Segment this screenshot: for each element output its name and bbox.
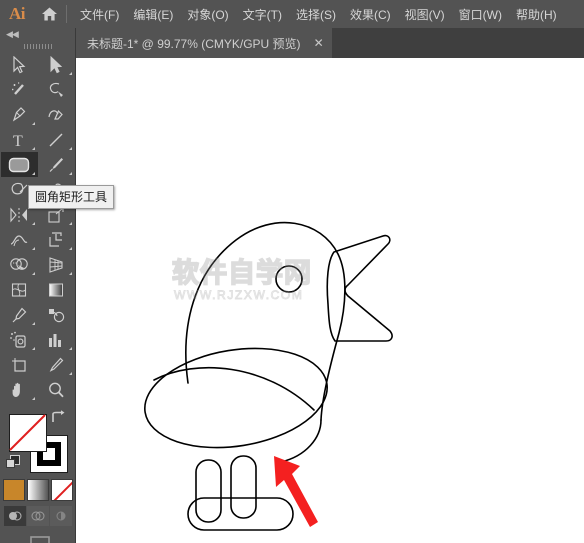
tool-tooltip: 圆角矩形工具 [28,185,115,209]
svg-text:T: T [13,133,23,149]
curvature-tool[interactable] [38,102,75,127]
collapse-panel-icon[interactable]: ◀◀ [0,28,75,41]
flyout-indicator-icon [68,247,72,250]
flyout-indicator-icon [31,322,35,325]
menu-file[interactable]: 文件(F) [73,2,126,27]
line-segment-tool[interactable] [38,127,75,152]
none-mode-button[interactable] [50,479,73,501]
draw-normal-button[interactable] [3,506,26,526]
menu-select[interactable]: 选择(S) [289,2,343,27]
paintbrush-tool[interactable] [38,152,75,177]
flyout-indicator-icon [31,147,35,150]
draw-behind-button[interactable] [26,506,49,526]
rounded-rectangle-tool[interactable] [0,152,38,177]
width-tool[interactable] [1,227,38,252]
gradient-mode-button[interactable] [26,479,49,501]
eyedropper-tool[interactable] [1,302,38,327]
color-controls [0,408,75,476]
mesh-tool[interactable] [1,277,38,302]
tools-panel: ◀◀ T [0,28,76,543]
menu-view[interactable]: 视图(V) [398,2,452,27]
menu-edit[interactable]: 编辑(E) [126,2,180,27]
menu-window[interactable]: 窗口(W) [452,2,509,27]
blend-tool[interactable] [38,302,75,327]
flyout-indicator-icon [68,72,72,75]
zoom-tool[interactable] [38,377,75,402]
fill-color-swatch[interactable] [9,414,47,452]
flyout-indicator-icon [31,272,35,275]
tool-grid: T [0,52,75,402]
flyout-indicator-icon [68,147,72,150]
flyout-indicator-icon [68,347,72,350]
swap-fill-stroke-icon[interactable] [50,410,66,429]
type-tool[interactable]: T [1,127,38,152]
flyout-indicator-icon [31,172,35,175]
menu-type[interactable]: 文字(T) [236,2,289,27]
column-graph-tool[interactable] [38,327,75,352]
artboard-tool[interactable] [1,352,38,377]
pen-tool[interactable] [1,102,38,127]
default-fill-stroke-icon[interactable] [6,455,20,474]
selection-tool[interactable] [1,52,38,77]
menu-object[interactable]: 对象(O) [180,2,235,27]
artboard-canvas[interactable]: 软件自学网 WWW.RJZXW.COM [76,58,584,543]
illustrator-window: Ai 文件(F) 编辑(E) 对象(O) 文字(T) 选择(S) 效果(C) 视… [0,0,584,543]
flyout-indicator-icon [68,222,72,225]
flyout-indicator-icon [31,247,35,250]
color-mode-button[interactable] [2,479,25,501]
document-tab-bar: 未标题-1* @ 99.77% (CMYK/GPU 预览) ✕ [76,28,584,58]
app-logo: Ai [9,4,26,23]
home-icon[interactable] [34,0,64,28]
change-screen-mode-button[interactable] [0,534,75,543]
drawing-mode-row [0,506,75,526]
flyout-indicator-icon [31,347,35,350]
direct-selection-tool[interactable] [38,52,75,77]
menu-effect[interactable]: 效果(C) [343,2,398,27]
document-tab-label: 未标题-1* @ 99.77% (CMYK/GPU 预览) [87,36,301,51]
draw-inside-button[interactable] [49,506,72,526]
flyout-indicator-icon [31,122,35,125]
shape-builder-tool[interactable] [1,252,38,277]
flyout-indicator-icon [31,397,35,400]
slice-tool[interactable] [38,352,75,377]
none-slash-icon [9,414,46,451]
perspective-grid-tool[interactable] [38,252,75,277]
red-arrow-annotation [274,456,318,527]
flyout-indicator-icon [68,372,72,375]
flyout-indicator-icon [68,272,72,275]
symbol-sprayer-tool[interactable] [1,327,38,352]
document-tab[interactable]: 未标题-1* @ 99.77% (CMYK/GPU 预览) ✕ [76,28,332,58]
gradient-tool[interactable] [38,277,75,302]
flyout-indicator-icon [68,172,72,175]
flyout-indicator-icon [31,222,35,225]
lasso-tool[interactable] [38,77,75,102]
free-transform-tool[interactable] [38,227,75,252]
menu-separator [66,5,67,23]
menu-item-list: 文件(F) 编辑(E) 对象(O) 文字(T) 选择(S) 效果(C) 视图(V… [73,2,564,27]
close-icon[interactable]: ✕ [314,37,324,49]
color-mode-row [0,479,75,501]
menu-help[interactable]: 帮助(H) [509,2,564,27]
hand-tool[interactable] [1,377,38,402]
magic-wand-tool[interactable] [1,77,38,102]
panel-drag-handle[interactable] [0,41,75,52]
menu-bar: Ai 文件(F) 编辑(E) 对象(O) 文字(T) 选择(S) 效果(C) 视… [0,0,584,28]
